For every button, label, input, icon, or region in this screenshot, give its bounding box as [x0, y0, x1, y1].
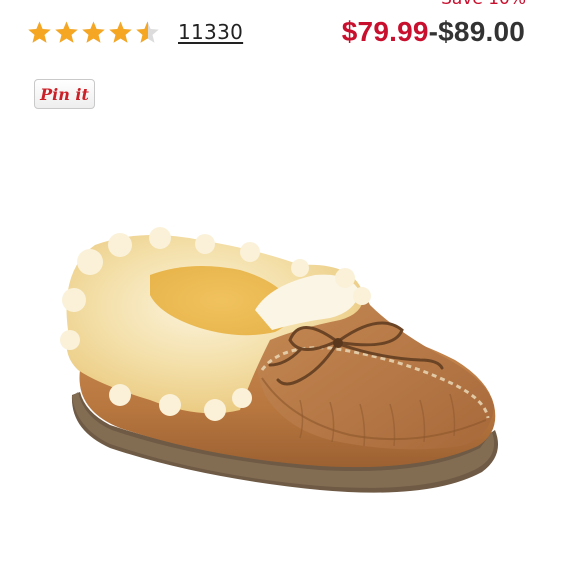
slipper-product-image: [60, 227, 499, 493]
